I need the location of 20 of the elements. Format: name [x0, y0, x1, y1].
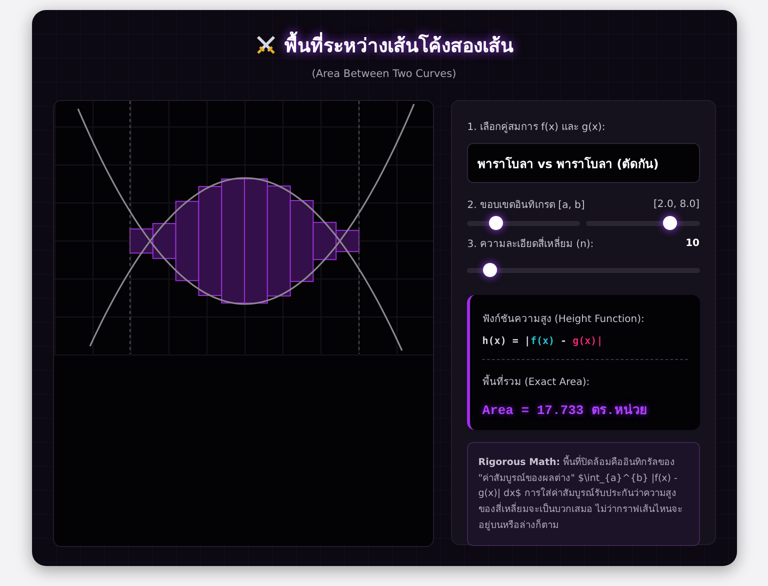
- height-formula: h(x) = |f(x) - g(x)|: [482, 336, 604, 347]
- slider-thumb[interactable]: [488, 216, 503, 230]
- slider-track[interactable]: [467, 263, 700, 277]
- crossed-swords-icon: [254, 34, 276, 56]
- result-label: ฟังก์ชันความสูง (Height Function):: [482, 314, 644, 325]
- field-label: 3. ความละเอียดสี่เหลี่ยม (n):: [467, 236, 594, 251]
- page-title: พื้นที่ระหว่างเส้นโค้งสองเส้น: [284, 30, 514, 60]
- n-value: 10: [686, 238, 700, 249]
- slider-track[interactable]: [586, 216, 700, 230]
- area-value: Area = 17.733 ตร.หน่วย: [482, 402, 648, 420]
- slider-thumb[interactable]: [483, 263, 498, 277]
- page-subtitle: (Area Between Two Curves): [312, 68, 456, 80]
- slider-track[interactable]: [467, 216, 580, 230]
- field-label: 1. เลือกคู่สมการ f(x) และ g(x):: [467, 120, 606, 134]
- slider-thumb[interactable]: [663, 216, 678, 230]
- field-label: 2. ขอบเขตอินทิเกรต [a, b]: [467, 199, 585, 212]
- result-label: พื้นที่รวม (Exact Area):: [482, 377, 590, 388]
- equation-select[interactable]: พาราโบลา vs พาราโบลา (ตัดกัน): [467, 143, 700, 183]
- bounds-value: [2.0, 8.0]: [654, 199, 700, 210]
- note-text: Rigorous Math: พื้นที่ปิดล้อมคืออินทิกรัลของ "ค่าสัมบูรณ์ของผลต่าง" $\int_{a}^{b} |f(x) - g(x)| dx$ การใส่ค่าสัมบูรณ์รับประกันว่าความสูงของสี่เหลี่ยมจะเป็นบวกเสมอ ไม่ว่ากราฟเส้นไหนจะอยู่บนหรือล่างก็ตาม: [467, 442, 700, 546]
